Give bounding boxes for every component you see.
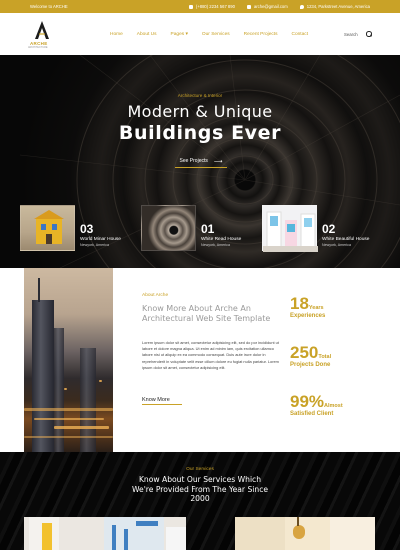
nav-menu: Home About Us Pages ▾ Our Services Recen… [110,32,344,37]
address-contact: 1234, Parkstreet Avenue, America [299,4,370,9]
house-illustration [263,211,318,252]
property-number: 01 [201,222,215,236]
about-section: About Arche Know More About Arche An Arc… [0,268,400,452]
city-tower-image [24,268,113,452]
see-projects-button[interactable]: See Projects ⟶ [175,155,227,168]
know-more-button[interactable]: Know More [142,395,182,405]
address-text: 1234, Parkstreet Avenue, America [306,4,370,9]
nav-item-about[interactable]: About Us [137,32,157,37]
property-image [262,205,318,252]
property-info: 01 White Read House Newyork, America [196,205,241,253]
city-lights [24,408,113,411]
city-lights [34,418,104,420]
arrow-right-icon: ⟶ [213,158,223,165]
nav-item-pages[interactable]: Pages ▾ [171,32,188,37]
email-address: arche@gmail.com [253,4,288,9]
nav-item-home[interactable]: Home [110,32,123,37]
about-tag: About Arche [142,293,169,298]
chevron-down-icon: ▾ [185,31,188,37]
service-card-image[interactable] [24,517,186,550]
phone-number: (+880) 2234 567 890 [195,4,235,9]
property-image [20,205,75,251]
stat-clients: 99%Almost Satisfied Client [290,392,343,417]
property-card[interactable]: 03 World Minar House Newyork, America [20,205,140,253]
services-section: Our Services Know About Our Services Whi… [0,452,400,550]
stat-caption: Satisfied Client [290,411,334,417]
stat-suffix: Total [318,354,332,360]
about-body: Lorem ipsum dolor sit amet, consectetur … [142,340,279,370]
mail-icon [246,4,251,9]
property-card[interactable]: 02 White Beautiful House Newyork, Americ… [262,205,382,253]
logo-tagline: ARCHITECTURE [28,46,48,49]
hero-subtitle: Architecture & Interior [177,93,223,98]
phone-icon [188,4,193,9]
stat-value: 18 [290,294,309,313]
search-label: Search [344,31,358,37]
property-card[interactable]: 01 White Read House Newyork, America [141,205,261,253]
logo-mark-icon [35,21,49,39]
nav-item-services[interactable]: Our Services [202,32,230,37]
services-title: Know About Our Services Which We're Prov… [131,475,269,503]
hero-section: Architecture & Interior Modern & Unique … [0,55,400,268]
site-logo[interactable]: ARCHE ARCHITECTURE [28,17,58,51]
main-navigation: ARCHE ARCHITECTURE Home About Us Pages ▾… [0,13,400,55]
nav-item-projects[interactable]: Recent Projects [244,32,278,37]
phone-contact[interactable]: (+880) 2234 567 890 [188,4,235,9]
city-lights [99,380,102,382]
tower-spire [38,278,40,302]
city-lights [54,426,109,429]
stat-value: 250 [290,343,319,362]
property-number: 03 [80,222,94,236]
interior-illustration [24,517,186,550]
property-name: World Minar House [80,237,121,242]
nav-item-pages-label: Pages [170,31,185,37]
hero-title-line1: Modern & Unique [127,102,273,121]
tower-building [54,328,64,452]
email-contact[interactable]: arche@gmail.com [246,4,288,9]
search-box[interactable]: Search [344,31,372,37]
stat-suffix: Years [308,305,324,311]
about-title: Know More About Arche An Architectural W… [142,304,271,323]
interior-illustration [235,517,375,550]
stat-suffix: Almost [324,403,343,409]
stat-projects: 250Total Projects Done [290,343,331,368]
location-pin-icon [299,4,304,9]
tower-building [32,300,54,452]
city-lights [64,388,67,390]
stat-experience: 18Years Experiences [290,294,325,319]
property-image [141,205,196,251]
nav-item-contact[interactable]: Contact [292,32,309,37]
house-illustration [34,210,64,244]
service-card-image[interactable] [235,517,375,550]
property-name: White Read House [201,237,242,242]
search-icon[interactable] [366,31,372,37]
see-projects-label: See Projects [179,158,208,164]
property-location: Newyork, America [322,243,351,247]
stat-caption: Experiences [290,313,326,319]
stat-value: 99% [290,392,325,411]
stat-caption: Projects Done [290,362,331,368]
property-info: 02 White Beautiful House Newyork, Americ… [317,205,369,253]
top-bar: Welcome to ARCHE (+880) 2234 567 890 arc… [0,0,400,13]
welcome-text: Welcome to ARCHE [30,4,68,9]
hero-title-line2: Buildings Ever [118,122,282,144]
property-name: White Beautiful House [322,237,370,242]
city-lights [24,436,113,438]
property-location: Newyork, America [80,243,109,247]
services-tag: Our Services [186,467,214,472]
property-location: Newyork, America [201,243,230,247]
property-info: 03 World Minar House Newyork, America [75,205,121,253]
property-number: 02 [322,222,336,236]
